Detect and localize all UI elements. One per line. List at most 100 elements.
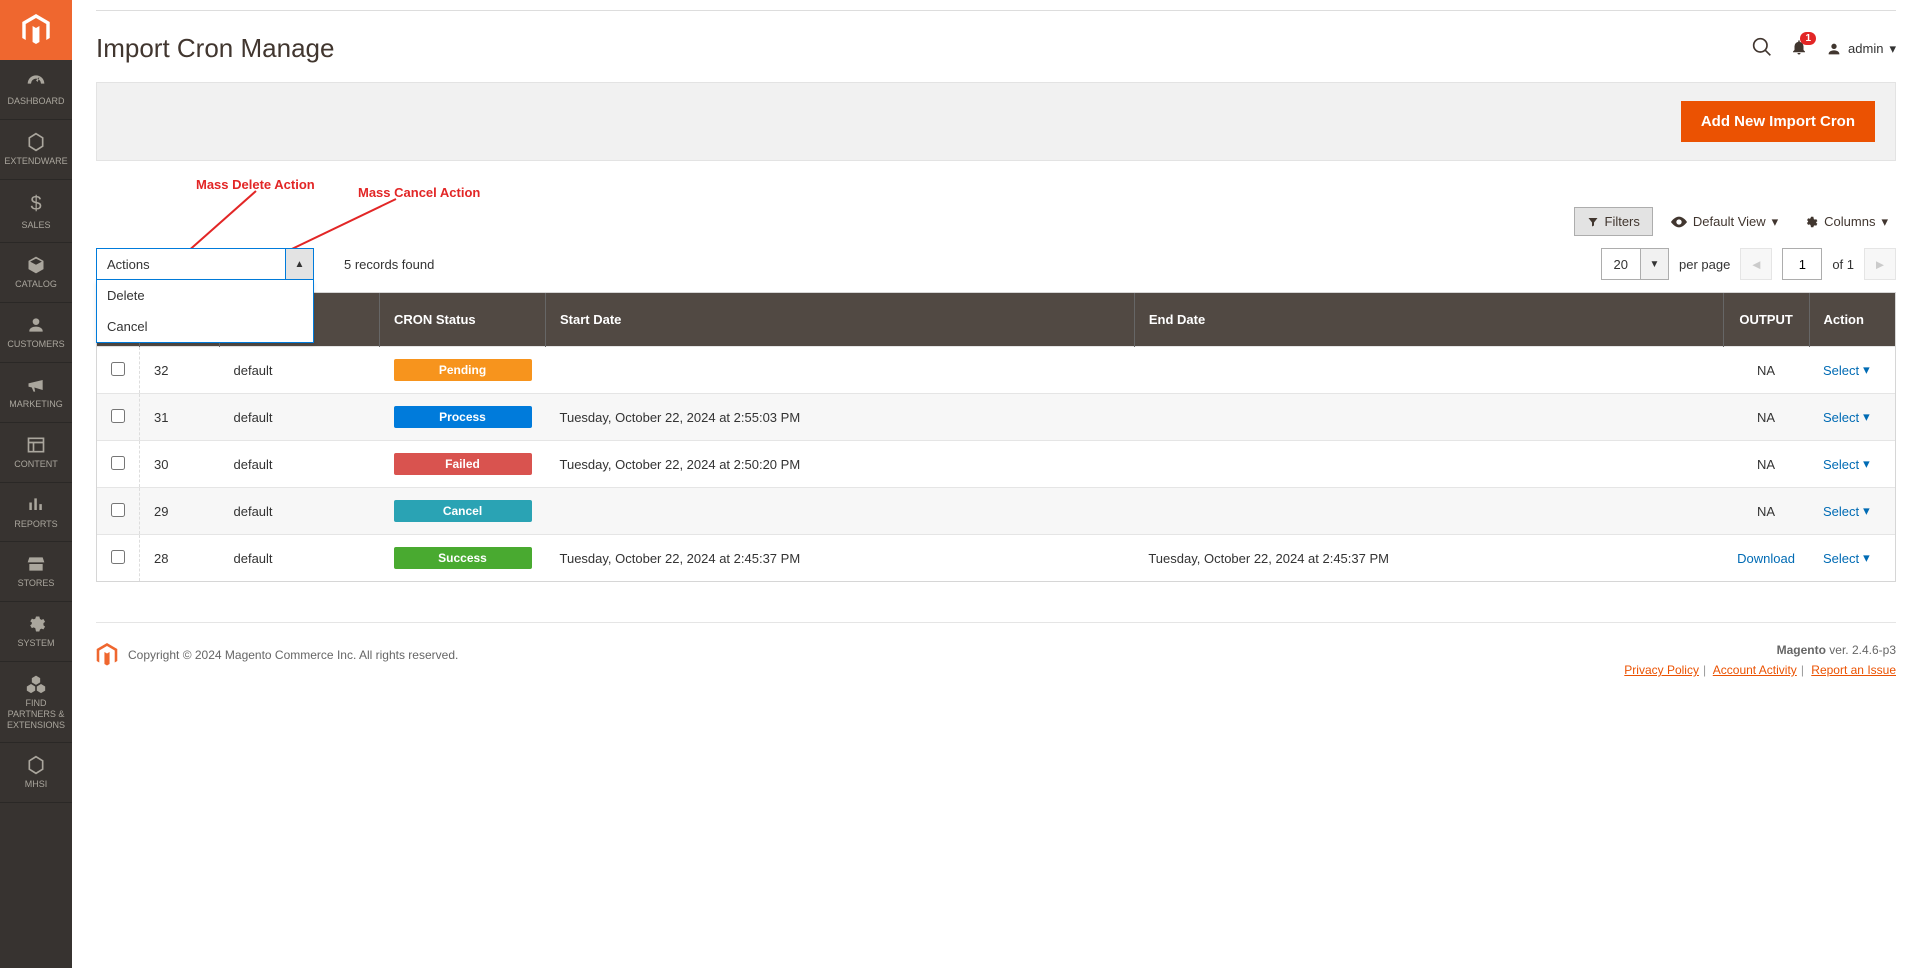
col-action[interactable]: Action: [1809, 293, 1895, 347]
sidebar-item-customers[interactable]: CUSTOMERS: [0, 303, 72, 363]
sidebar-item-extendware[interactable]: EXTENDWARE: [0, 120, 72, 180]
next-page-button[interactable]: ►: [1864, 248, 1896, 280]
person-icon: [26, 315, 46, 335]
sidebar-label: DASHBOARD: [7, 96, 64, 107]
data-grid: ▾ ID CRON Job CRON Status Start Date End…: [96, 292, 1896, 582]
cell-start: Tuesday, October 22, 2024 at 2:55:03 PM: [546, 394, 1135, 441]
cell-job: default: [220, 441, 380, 488]
status-badge: Cancel: [394, 500, 532, 522]
row-checkbox[interactable]: [111, 550, 125, 564]
cell-id: 31: [140, 394, 220, 441]
sidebar-item-partners[interactable]: FIND PARTNERS & EXTENSIONS: [0, 662, 72, 743]
main-content: Import Cron Manage 1 admin ▾ Add New Imp…: [72, 10, 1920, 677]
filters-button[interactable]: Filters: [1574, 207, 1653, 236]
row-select-dropdown[interactable]: Select ▾: [1823, 456, 1870, 472]
row-checkbox[interactable]: [111, 456, 125, 470]
annotations: Mass Delete Action Mass Cancel Action: [96, 177, 1896, 203]
col-start-date[interactable]: Start Date: [546, 293, 1135, 347]
chevron-up-icon: ▲: [285, 249, 313, 279]
row-checkbox[interactable]: [111, 362, 125, 376]
report-issue-link[interactable]: Report an Issue: [1811, 663, 1896, 677]
actions-menu: Delete Cancel: [96, 280, 314, 343]
download-link[interactable]: Download: [1737, 551, 1795, 566]
cell-status: Pending: [380, 347, 546, 394]
table-row[interactable]: 32defaultPendingNASelect ▾: [97, 347, 1895, 394]
row-checkbox[interactable]: [111, 409, 125, 423]
status-badge: Failed: [394, 453, 532, 475]
sidebar-item-mhsi[interactable]: MHSI: [0, 743, 72, 803]
page-title: Import Cron Manage: [96, 33, 334, 64]
grid-controls: Actions ▲ Delete Cancel 5 records found …: [96, 248, 1896, 280]
magento-icon: [22, 14, 50, 46]
action-cancel[interactable]: Cancel: [97, 311, 313, 342]
col-cron-status[interactable]: CRON Status: [380, 293, 546, 347]
sidebar-item-reports[interactable]: REPORTS: [0, 483, 72, 543]
sidebar-item-dashboard[interactable]: DASHBOARD: [0, 60, 72, 120]
col-output[interactable]: OUTPUT: [1723, 293, 1809, 347]
table-row[interactable]: 31default Process Tuesday, October 22, 202…: [97, 394, 1895, 441]
row-select-dropdown[interactable]: Select ▾: [1823, 409, 1870, 425]
col-end-date[interactable]: End Date: [1134, 293, 1723, 347]
actions-label: Actions: [97, 257, 160, 272]
cell-id: 29: [140, 488, 220, 535]
cell-end: Tuesday, October 22, 2024 at 2:45:37 PM: [1134, 535, 1723, 582]
cell-id: 32: [140, 347, 220, 394]
sidebar-item-content[interactable]: CONTENT: [0, 423, 72, 483]
admin-user-menu[interactable]: admin ▾: [1826, 41, 1896, 57]
cell-start: Tuesday, October 22, 2024 at 2:50:20 PM: [546, 441, 1135, 488]
sidebar-label: EXTENDWARE: [4, 156, 67, 167]
page-input[interactable]: [1782, 248, 1822, 280]
search-button[interactable]: [1752, 37, 1772, 60]
sidebar-label: STORES: [18, 578, 55, 589]
notifications-button[interactable]: 1: [1790, 38, 1808, 59]
row-checkbox[interactable]: [111, 503, 125, 517]
chevron-down-icon: ▾: [1863, 409, 1870, 425]
box-icon: [26, 255, 46, 275]
columns-dropdown[interactable]: Columns ▾: [1796, 208, 1896, 236]
chevron-down-icon: ▾: [1863, 550, 1870, 566]
boxes-icon: [26, 674, 46, 694]
account-activity-link[interactable]: Account Activity: [1713, 663, 1797, 677]
default-view-dropdown[interactable]: Default View ▾: [1663, 208, 1786, 236]
cell-action: Select ▾: [1809, 347, 1895, 394]
table-row[interactable]: 28defaultSuccessTuesday, October 22, 202…: [97, 535, 1895, 582]
chevron-down-icon: ▾: [1863, 456, 1870, 472]
cell-end: [1134, 347, 1723, 394]
table-row[interactable]: 29defaultCancelNASelect ▾: [97, 488, 1895, 535]
cell-job: default: [220, 347, 380, 394]
cron-table: ▾ ID CRON Job CRON Status Start Date End…: [97, 293, 1895, 581]
header-actions: 1 admin ▾: [1752, 37, 1896, 60]
gear-icon: [26, 614, 46, 634]
version-label: Magento: [1777, 643, 1826, 657]
cell-end: [1134, 394, 1723, 441]
pagination: 20 ▼ per page ◄ of 1 ►: [1601, 248, 1896, 280]
sidebar-item-catalog[interactable]: CATALOG: [0, 243, 72, 303]
add-new-import-cron-button[interactable]: Add New Import Cron: [1681, 101, 1875, 142]
actions-toggle[interactable]: Actions ▲: [96, 248, 314, 280]
chevron-down-icon: ▾: [1863, 503, 1870, 519]
sidebar-item-stores[interactable]: STORES: [0, 542, 72, 602]
cell-job: default: [220, 394, 380, 441]
privacy-policy-link[interactable]: Privacy Policy: [1624, 663, 1699, 677]
admin-label: admin: [1848, 41, 1883, 56]
status-badge: Process: [394, 406, 532, 428]
columns-label: Columns: [1824, 214, 1875, 229]
sidebar-item-sales[interactable]: $SALES: [0, 180, 72, 244]
cell-status: Success: [380, 535, 546, 582]
cell-action: Select ▾: [1809, 535, 1895, 582]
action-delete[interactable]: Delete: [97, 280, 313, 311]
sidebar-label: SALES: [21, 220, 50, 231]
row-select-dropdown[interactable]: Select ▾: [1823, 503, 1870, 519]
table-row[interactable]: 30defaultFailedTuesday, October 22, 2024…: [97, 441, 1895, 488]
prev-page-button[interactable]: ◄: [1740, 248, 1772, 280]
footer-right: Magento ver. 2.4.6-p3 Privacy Policy| Ac…: [1624, 643, 1896, 677]
sidebar-item-system[interactable]: SYSTEM: [0, 602, 72, 662]
cell-job: default: [220, 535, 380, 582]
cell-start: [546, 488, 1135, 535]
magento-logo[interactable]: [0, 0, 72, 60]
sidebar-item-marketing[interactable]: MARKETING: [0, 363, 72, 423]
row-select-dropdown[interactable]: Select ▾: [1823, 550, 1870, 566]
sidebar-label: MARKETING: [9, 399, 63, 410]
row-select-dropdown[interactable]: Select ▾: [1823, 362, 1870, 378]
per-page-select[interactable]: 20 ▼: [1601, 248, 1669, 280]
